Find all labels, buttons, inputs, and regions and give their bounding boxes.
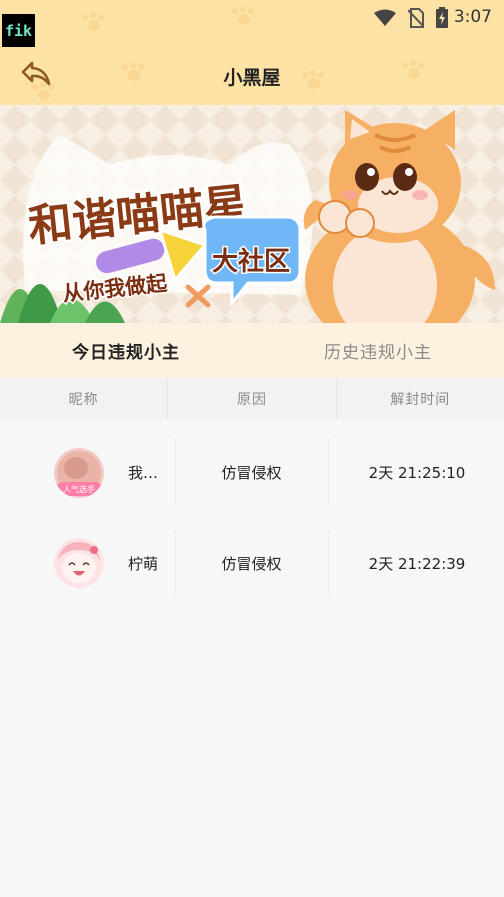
unban-time: 2天 21:25:10: [368, 464, 466, 482]
status-bar: fik 3:07: [0, 0, 504, 47]
nickname: 柠萌: [128, 555, 159, 573]
avatar[interactable]: [54, 538, 104, 588]
unban-time: 2天 21:22:39: [368, 555, 466, 573]
column-nickname: 昵称: [68, 392, 99, 408]
violation-reason: 仿冒侵权: [221, 555, 282, 573]
avatar[interactable]: 人气选手: [54, 448, 104, 498]
violation-tabs: 今日违规小主 历史违规小主: [0, 323, 504, 378]
banner-illustration: 和谐喵喵星 大社区 从你我做起: [0, 105, 504, 323]
battery-charging-icon: [436, 7, 448, 28]
nickname: 我…: [128, 464, 159, 482]
column-unban-time: 解封时间: [390, 392, 451, 408]
table-row[interactable]: 人气选手 我… 仿冒侵权 2天 21:25:10: [0, 432, 504, 510]
table-header: 昵称 原因 解封时间: [0, 378, 504, 420]
divider: [328, 438, 329, 504]
avatar-badge: 人气选手: [63, 484, 95, 494]
divider: [328, 530, 329, 596]
violation-reason: 仿冒侵权: [221, 464, 282, 482]
page-title: 小黑屋: [223, 67, 281, 89]
no-sim-icon: [408, 7, 424, 28]
tab-history-violations[interactable]: 历史违规小主: [252, 323, 504, 378]
banner-tagline: 大社区: [212, 246, 290, 277]
column-reason: 原因: [167, 378, 337, 420]
tab-today-violations[interactable]: 今日违规小主: [0, 323, 252, 378]
promo-banner[interactable]: 和谐喵喵星 大社区 从你我做起: [0, 105, 504, 323]
top-bar: fik 3:07 小黑屋: [0, 0, 504, 105]
table-row[interactable]: 柠萌 仿冒侵权 2天 21:22:39: [0, 524, 504, 602]
wifi-icon: [374, 9, 396, 26]
app-badge: fik: [2, 14, 35, 47]
status-time: 3:07: [453, 7, 492, 27]
